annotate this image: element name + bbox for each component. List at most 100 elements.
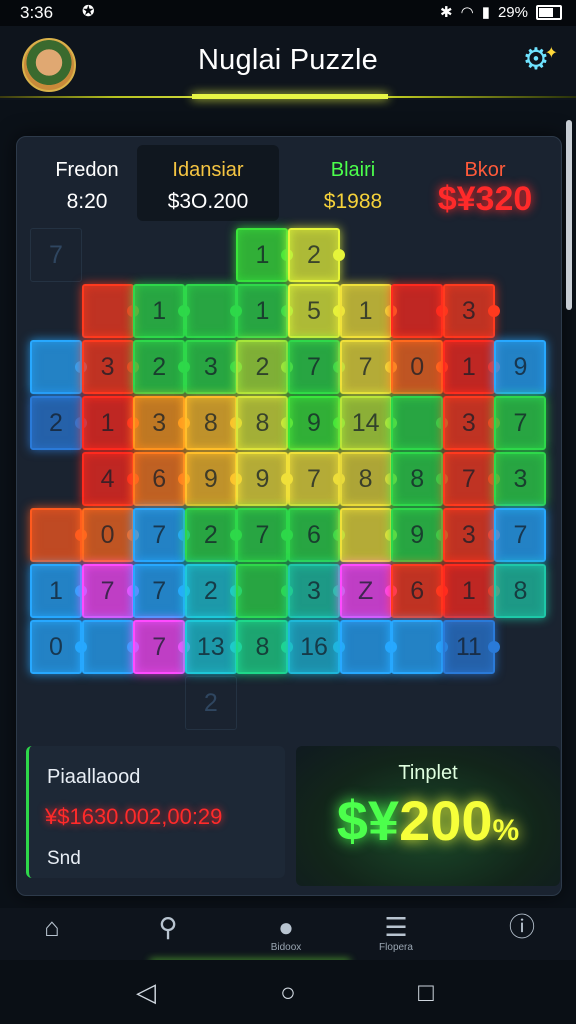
puzzle-tile[interactable] — [339, 508, 397, 562]
stat-label: Blairi — [330, 159, 376, 181]
puzzle-tile[interactable]: 8 — [236, 396, 294, 450]
puzzle-tile[interactable]: 7 — [288, 340, 345, 394]
puzzle-tile[interactable]: 2 — [30, 396, 87, 450]
puzzle-tile[interactable] — [184, 284, 242, 338]
puzzle-tile[interactable] — [81, 284, 139, 338]
puzzle-tile[interactable]: 7 — [236, 508, 294, 562]
target-card[interactable]: Tinplet $¥200% — [296, 746, 560, 886]
status-icons: ✱ ◠ ▮ 29% — [440, 3, 562, 21]
tile-number: 7 — [513, 520, 528, 549]
puzzle-tile[interactable]: 3 — [133, 396, 191, 450]
puzzle-tile[interactable]: 9 — [288, 396, 345, 450]
puzzle-tile[interactable]: 1 — [236, 284, 294, 338]
puzzle-tile[interactable] — [391, 620, 449, 674]
stat-label: Bkor — [464, 159, 506, 181]
puzzle-tile[interactable]: 3 — [288, 564, 345, 618]
puzzle-tile[interactable]: 2 — [288, 228, 345, 282]
battery-text: 29% — [497, 3, 528, 21]
puzzle-tile[interactable] — [391, 396, 449, 450]
puzzle-tile[interactable]: 7 — [133, 620, 191, 674]
puzzle-tile[interactable]: 9 — [236, 452, 294, 506]
tile-number: 7 — [152, 632, 167, 661]
target-value: $¥200% — [296, 788, 560, 853]
puzzle-tile[interactable]: 3 — [442, 508, 500, 562]
puzzle-tile[interactable]: 7 — [288, 452, 345, 506]
scrollbar[interactable] — [566, 120, 572, 310]
puzzle-tile[interactable]: 2 — [133, 340, 191, 394]
puzzle-tile[interactable] — [30, 508, 87, 562]
puzzle-tile[interactable]: 4 — [81, 452, 139, 506]
puzzle-tile[interactable]: 6 — [288, 508, 345, 562]
puzzle-tile[interactable]: 9 — [184, 452, 242, 506]
puzzle-tile[interactable]: 13 — [184, 620, 242, 674]
puzzle-tile[interactable]: 7 — [133, 564, 191, 618]
tab-flopera[interactable]: ☰ Flopera — [356, 912, 436, 958]
puzzle-tile[interactable]: 1 — [81, 396, 139, 450]
back-icon[interactable]: ◁ — [126, 974, 166, 1010]
status-bar: 3:36 ✪ ✱ ◠ ▮ 29% — [0, 0, 576, 26]
puzzle-tile[interactable]: 1 — [30, 564, 87, 618]
puzzle-tile[interactable]: 0 — [81, 508, 139, 562]
tab-bidoox[interactable]: ● Bidoox — [246, 912, 326, 958]
puzzle-tile[interactable]: 8 — [236, 620, 294, 674]
puzzle-tile[interactable]: 2 — [184, 508, 242, 562]
puzzle-tile[interactable]: 3 — [442, 284, 500, 338]
puzzle-tile[interactable]: 3 — [184, 340, 242, 394]
tile-number: 1 — [461, 576, 476, 605]
balance-card: Piaallaood ¥$1630.002,00:29 Snd — [26, 746, 285, 878]
puzzle-tile[interactable]: 11 — [442, 620, 500, 674]
puzzle-tile[interactable]: 6 — [391, 564, 449, 618]
puzzle-tile[interactable]: 7 — [494, 508, 547, 562]
puzzle-tile[interactable] — [236, 564, 294, 618]
search-icon: ⚲ — [158, 912, 178, 942]
puzzle-tile[interactable] — [391, 284, 449, 338]
puzzle-tile[interactable]: 8 — [184, 396, 242, 450]
puzzle-tile[interactable]: 7 — [133, 508, 191, 562]
puzzle-tile[interactable]: Z — [339, 564, 397, 618]
puzzle-tile[interactable]: 2 — [236, 340, 294, 394]
puzzle-tile[interactable]: 9 — [494, 340, 547, 394]
tile-number: 2 — [307, 240, 321, 269]
puzzle-tile[interactable]: 8 — [391, 452, 449, 506]
puzzle-tile[interactable] — [81, 620, 139, 674]
tile-number: 7 — [255, 520, 270, 549]
puzzle-tile[interactable]: 16 — [288, 620, 345, 674]
puzzle-tile[interactable]: 1 — [442, 340, 500, 394]
tab-home[interactable]: ⌂ — [12, 912, 92, 958]
tile-number: 3 — [100, 352, 115, 381]
puzzle-tile[interactable]: 6 — [133, 452, 191, 506]
puzzle-tile[interactable]: 1 — [339, 284, 397, 338]
empty-slot[interactable]: 7 — [30, 228, 82, 282]
battery-icon — [536, 4, 562, 20]
tile-number: 2 — [255, 352, 270, 381]
puzzle-tile[interactable] — [30, 340, 87, 394]
empty-slot[interactable]: 2 — [184, 676, 237, 730]
puzzle-tile[interactable]: 0 — [391, 340, 449, 394]
puzzle-tile[interactable]: 3 — [442, 396, 500, 450]
tab-search[interactable]: ⚲ — [128, 912, 208, 958]
puzzle-tile[interactable]: 1 — [236, 228, 294, 282]
settings-icon[interactable]: ⚙ ✦ — [518, 42, 558, 78]
puzzle-tile[interactable] — [339, 620, 397, 674]
puzzle-tile[interactable]: 2 — [184, 564, 242, 618]
puzzle-tile[interactable]: 1 — [442, 564, 500, 618]
puzzle-tile[interactable]: 7 — [339, 340, 397, 394]
puzzle-tile[interactable]: 1 — [133, 284, 191, 338]
puzzle-tile[interactable]: 7 — [81, 564, 139, 618]
recents-icon[interactable]: □ — [406, 974, 446, 1010]
puzzle-tile[interactable]: 8 — [494, 564, 547, 618]
tile-number: 8 — [255, 632, 270, 661]
tile-number: 8 — [358, 464, 373, 493]
puzzle-tile[interactable]: 3 — [81, 340, 139, 394]
home-nav-icon[interactable]: ○ — [268, 974, 308, 1010]
puzzle-tile[interactable]: 8 — [339, 452, 397, 506]
puzzle-tile[interactable]: 0 — [30, 620, 87, 674]
puzzle-tile[interactable]: 3 — [494, 452, 547, 506]
puzzle-tile[interactable]: 14 — [339, 396, 397, 450]
puzzle-tile[interactable]: 7 — [442, 452, 500, 506]
tab-info[interactable]: ⓘ — [482, 912, 562, 958]
puzzle-knob — [487, 305, 500, 317]
puzzle-tile[interactable]: 5 — [288, 284, 345, 338]
puzzle-tile[interactable]: 7 — [494, 396, 547, 450]
puzzle-tile[interactable]: 9 — [391, 508, 449, 562]
